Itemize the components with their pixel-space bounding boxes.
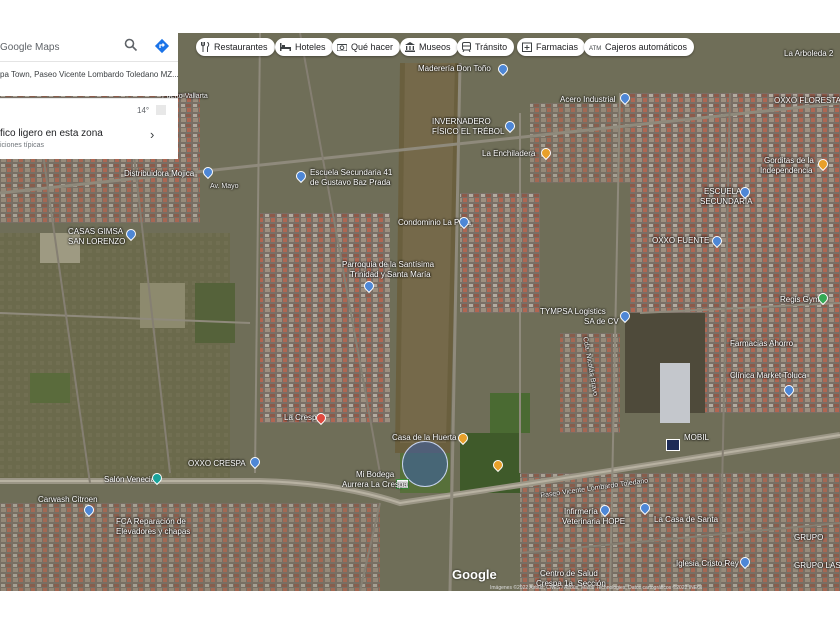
temperature: 14° — [137, 106, 150, 115]
place-label[interactable]: Veterinaria HOPE — [562, 517, 625, 526]
place-label[interactable]: La Enchiladera — [482, 149, 535, 158]
place-label[interactable]: Clínica Market Toluca — [730, 371, 806, 380]
place-label[interactable]: La Arboleda 2 — [784, 49, 833, 58]
place-label[interactable]: Trinidad y Santa María — [350, 270, 431, 279]
place-label[interactable]: FÍSICO EL TRÉBOL — [432, 127, 504, 136]
search-icon[interactable] — [124, 38, 142, 56]
atm-icon: ATM — [589, 43, 601, 51]
place-label[interactable]: SAN LORENZO — [68, 237, 125, 246]
place-label[interactable]: Escuela Secundaria 41 — [310, 168, 392, 177]
place-label[interactable]: Gorditas de la — [764, 156, 814, 165]
transit-icon — [462, 42, 471, 52]
search-input[interactable] — [0, 39, 120, 55]
camera-icon — [337, 43, 347, 51]
chip-que-hacer[interactable]: Qué hacer — [332, 38, 401, 56]
place-label[interactable]: Infirmería — [564, 507, 598, 516]
gas-station-icon[interactable] — [666, 439, 680, 451]
place-label[interactable]: GRUPO — [794, 533, 823, 542]
chip-transito[interactable]: Tránsito — [457, 38, 515, 56]
place-label[interactable]: OXXO FLORESTA — [774, 96, 840, 105]
place-label[interactable]: La Casa de Santa — [654, 515, 718, 524]
road-label: Av. Mayo — [210, 183, 239, 190]
place-label[interactable]: Casa de la Huerta — [392, 433, 456, 442]
chip-label: Tránsito — [475, 42, 508, 52]
place-label[interactable]: TYMPSA Logistics — [540, 307, 606, 316]
chip-cajeros[interactable]: ATM Cajeros automáticos — [584, 38, 695, 56]
place-label[interactable]: FCA Reparación de — [116, 517, 186, 526]
place-label[interactable]: Aurrera La Crespa — [342, 480, 408, 489]
place-label[interactable]: Distribuidora Mojica — [124, 169, 194, 178]
chip-museos[interactable]: Museos — [400, 38, 458, 56]
place-label[interactable]: Salón Venecia — [104, 475, 155, 484]
address-result[interactable]: pa Town, Paseo Vicente Lombardo Toledano… — [0, 62, 179, 96]
place-label[interactable]: CASAS GIMSA — [68, 227, 123, 236]
place-label[interactable]: Mi Bodega — [356, 470, 394, 479]
chip-label: Museos — [419, 42, 451, 52]
place-label[interactable]: SA de CV — [584, 317, 619, 326]
search-box[interactable] — [0, 33, 178, 62]
place-label[interactable]: GRUPO LAS — [794, 561, 840, 570]
place-label[interactable]: Parroquia de la Santísima — [342, 260, 434, 269]
svg-text:ATM: ATM — [589, 46, 601, 51]
chip-label: Qué hacer — [351, 42, 394, 52]
place-label[interactable]: Maderería Don Toño — [418, 64, 491, 73]
chip-hoteles[interactable]: Hoteles — [275, 38, 333, 56]
place-label[interactable]: Independencia — [760, 166, 813, 175]
weather-icon — [156, 105, 166, 115]
place-label[interactable]: Elevadores y chapas — [116, 527, 190, 536]
google-logo: Google — [452, 567, 497, 582]
place-label[interactable]: Acero Industrial — [560, 95, 616, 104]
fork-knife-icon — [201, 42, 210, 52]
traffic-title: fico ligero en esta zona — [0, 128, 103, 139]
place-label[interactable]: Farmacias Ahorro — [730, 339, 793, 348]
chevron-right-icon[interactable]: › — [150, 127, 154, 142]
directions-icon[interactable] — [154, 38, 172, 56]
place-label[interactable]: ESCUELA — [704, 187, 741, 196]
place-label[interactable]: Centro de Salud — [540, 569, 598, 578]
chip-farmacias[interactable]: Farmacias — [517, 38, 586, 56]
pharmacy-icon — [522, 42, 532, 52]
bed-icon — [280, 43, 291, 51]
place-label[interactable]: Iglesia Cristo Rey — [676, 559, 739, 568]
chip-label: Cajeros automáticos — [605, 42, 688, 52]
museum-icon — [405, 42, 415, 52]
map-attribution[interactable]: Imágenes ©2022 Airbus, CNES / Airbus, Ma… — [490, 585, 702, 591]
place-label[interactable]: OXXO CRESPA — [188, 459, 246, 468]
traffic-subtitle: iciones típicas — [0, 142, 44, 149]
chip-label: Hoteles — [295, 42, 326, 52]
place-label[interactable]: MOBIL — [684, 433, 709, 442]
place-label[interactable]: INVERNADERO — [432, 117, 491, 126]
place-label[interactable]: OXXO FUENTE — [652, 236, 709, 245]
chip-restaurantes[interactable]: Restaurantes — [196, 38, 275, 56]
traffic-card[interactable]: 14° fico ligero en esta zona iciones típ… — [0, 98, 178, 159]
place-label[interactable]: Carwash Citroen — [38, 495, 98, 504]
chip-label: Farmacias — [536, 42, 579, 52]
address-text: pa Town, Paseo Vicente Lombardo Toledano… — [0, 70, 179, 79]
place-label[interactable]: de Gustavo Baz Prada — [310, 178, 391, 187]
chip-label: Restaurantes — [214, 42, 268, 52]
place-label[interactable]: Regis Gym — [780, 295, 820, 304]
